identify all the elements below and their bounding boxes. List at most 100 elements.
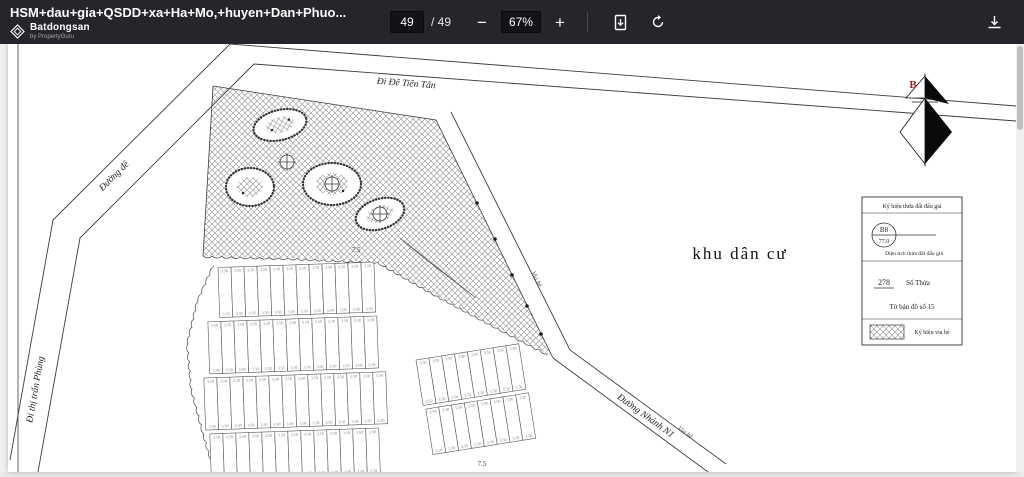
parcel-dimension: 3.50 [263, 321, 270, 326]
parcel [221, 321, 236, 373]
download-button[interactable] [983, 11, 1006, 34]
parcel-dimension: 3.50 [299, 421, 306, 426]
parcel-dimension: 3.50 [237, 322, 244, 327]
pdf-page: 3.50 3.50 3.50 3.50 3.50 3.50 3.50 3.50 3.50 3.50… [8, 44, 1016, 472]
parcel-dimension: 3.50 [311, 375, 318, 380]
parcel [282, 375, 297, 427]
parcel [366, 428, 381, 472]
parcel [335, 263, 350, 313]
parcel-dimension: 3.50 [211, 323, 218, 328]
zoom-out-button[interactable]: − [469, 12, 495, 33]
parcel [231, 267, 246, 317]
fit-page-button[interactable] [610, 11, 631, 34]
road-label-duong-de: Đường đê [97, 159, 132, 194]
parcel-dimension: 3.50 [299, 265, 306, 270]
parcel [256, 376, 271, 428]
parcel-dimension: 3.50 [208, 424, 215, 429]
parcel-dimension: 3.50 [341, 318, 348, 323]
parcel-dimension: 3.50 [339, 307, 346, 312]
page-number-input[interactable]: 49 [390, 11, 424, 33]
parcel-dimension: 3.50 [352, 307, 359, 312]
parcel-dimension: 3.50 [286, 266, 293, 271]
residential-area-label: khu dân cư [692, 244, 787, 263]
parcel-dimension: 3.50 [264, 366, 271, 371]
parcel-dimension: 3.50 [290, 365, 297, 370]
parcel-dimension: 3.50 [368, 362, 375, 367]
parcel-dimension: 3.50 [377, 418, 384, 423]
parcel [309, 264, 324, 314]
parcel [208, 321, 223, 373]
parcel-block: 3.503.503.503.503.503.503.503.503.503.50… [416, 343, 536, 454]
parcel [218, 267, 233, 317]
compass-north-label: B [909, 79, 917, 91]
parcel-dimension: 3.50 [355, 363, 362, 368]
parcel-dimension: 3.50 [262, 310, 269, 315]
parcel-dimension: 3.50 [223, 311, 230, 316]
rotate-button[interactable] [647, 11, 669, 33]
parcel-dimension: 3.50 [350, 374, 357, 379]
parcel [312, 318, 327, 370]
parcel-dimension: 3.50 [326, 308, 333, 313]
parcel-dimension: 3.50 [247, 267, 254, 272]
parcel [361, 262, 376, 312]
parcel [269, 375, 284, 427]
parcel-dimension: 3.50 [316, 364, 323, 369]
parcel-dimension: 3.50 [277, 365, 284, 370]
parcel [295, 374, 310, 426]
cadastral-map: 3.50 3.50 3.50 3.50 3.50 3.50 3.50 3.50 3.50 3.50… [8, 44, 1016, 472]
parcel-dimension: 3.50 [370, 468, 377, 472]
parcel [286, 319, 301, 371]
legend-sidewalk-caption: Ký hiệu vỉa hè [914, 330, 949, 336]
zoom-level-select[interactable]: 67% [501, 11, 541, 33]
parcel-dimension: 3.50 [278, 432, 285, 437]
parcel-dimension: 3.50 [220, 378, 227, 383]
parcel-dimension: 3.50 [376, 373, 383, 378]
parcel [348, 263, 363, 313]
parcel-dimension: 3.50 [338, 264, 345, 269]
legend-box: Ký hiệu thửa đất đấu giá B8 77.0 Diện tí… [862, 197, 962, 345]
parcel [243, 376, 258, 428]
zoom-in-button[interactable]: + [547, 12, 573, 33]
parcel-dimension: 3.50 [317, 431, 324, 436]
sidewalk-label: Vỉa hè [676, 425, 694, 441]
parcel [340, 429, 355, 472]
brand-logo: Batdongsan by PropertyGuru [10, 23, 90, 40]
parcel-dimension: 3.50 [369, 429, 376, 434]
pdf-viewer-area: 3.50 3.50 3.50 3.50 3.50 3.50 3.50 3.50 3.50 3.50… [0, 44, 1024, 472]
parcel-dimension: 3.50 [260, 422, 267, 427]
parcel [204, 378, 219, 430]
parcel-dimension: 3.50 [302, 319, 309, 324]
parcel [334, 373, 349, 425]
parcel-dimension: 3.50 [338, 419, 345, 424]
brand-name: Batdongsan [30, 23, 90, 33]
pdf-toolbar: HSM+dau+gia+QSDD+xa+Ha+Mo,+huyen+Dan+Phu… [0, 0, 1024, 44]
parcel-dimension: 3.50 [313, 308, 320, 313]
parcel [338, 317, 353, 369]
dimension-label: 7.5 [478, 460, 487, 468]
parcel [273, 319, 288, 371]
parcel-dimension: 3.50 [351, 419, 358, 424]
parcel-dimension: 3.50 [351, 264, 358, 269]
scrollbar-thumb[interactable] [1017, 46, 1023, 130]
parcel-dimension: 3.50 [233, 378, 240, 383]
dimension-label: 7.5 [352, 246, 362, 254]
parcel [322, 263, 337, 313]
parcel-dimension: 3.50 [342, 363, 349, 368]
parcel-dimension: 3.50 [364, 263, 371, 268]
parcel-dimension: 3.50 [273, 266, 280, 271]
parcel-dimension: 3.50 [289, 320, 296, 325]
north-arrow: B [900, 74, 952, 166]
scrollbar[interactable] [1016, 44, 1024, 472]
parcel-dimension: 3.50 [303, 364, 310, 369]
parcel [217, 377, 232, 429]
parcel-dimension: 3.50 [356, 430, 363, 435]
parcel [257, 266, 272, 316]
legend-plot-code: B8 [880, 226, 889, 234]
parcel-dimension: 3.50 [246, 377, 253, 382]
parcel-dimension: 3.50 [343, 430, 350, 435]
parcel [373, 372, 388, 424]
parcel-dimension: 3.50 [226, 434, 233, 439]
parcel-dimension: 3.50 [324, 375, 331, 380]
parcel-dimension: 3.50 [238, 367, 245, 372]
parcel-dimension: 3.50 [265, 433, 272, 438]
